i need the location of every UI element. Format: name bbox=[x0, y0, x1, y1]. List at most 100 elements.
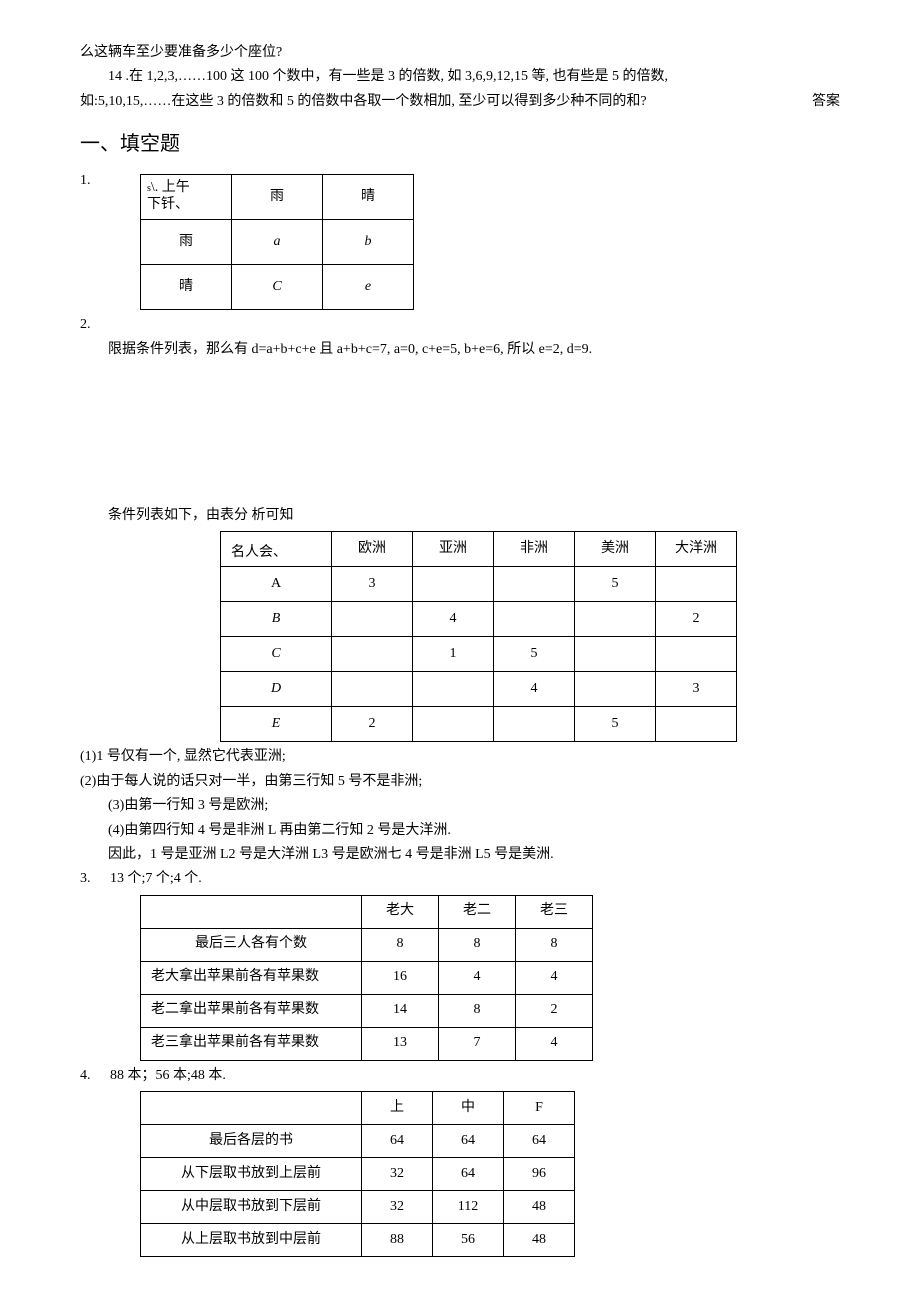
cell: D bbox=[221, 672, 332, 707]
q1-r2c1: C bbox=[232, 265, 323, 310]
cell: 8 bbox=[439, 994, 516, 1027]
q2-h1: 欧洲 bbox=[332, 532, 413, 567]
cell: 老二 bbox=[439, 895, 516, 928]
question-14-line1: 14 .在 1,2,3,……100 这 100 个数中，有一些是 3 的倍数, … bbox=[80, 66, 840, 88]
table-row: 从上层取书放到中层前 88 56 48 bbox=[141, 1224, 575, 1257]
cell: 64 bbox=[433, 1125, 504, 1158]
table-row: 雨 a b bbox=[141, 220, 414, 265]
cell: C bbox=[221, 637, 332, 672]
cell bbox=[332, 602, 413, 637]
q2-h0: 名人会、 bbox=[221, 532, 332, 567]
q4-answer: 88 本；56 本;48 本. bbox=[110, 1065, 226, 1087]
table-row: D 4 3 bbox=[221, 672, 737, 707]
cell: 64 bbox=[362, 1125, 433, 1158]
cell: 4 bbox=[516, 1027, 593, 1060]
cell bbox=[413, 567, 494, 602]
cell: 2 bbox=[332, 707, 413, 742]
q2-note2: (2)由于每人说的话只对一半，由第三行知 5 号不是非洲; bbox=[80, 771, 840, 793]
cell: 最后各层的书 bbox=[141, 1125, 362, 1158]
cell: 老大拿出苹果前各有苹果数 bbox=[141, 961, 362, 994]
q3-answer: 13 个;7 个;4 个. bbox=[110, 868, 202, 890]
q1-table: s\. 上午下钎、 雨 晴 雨 a b 晴 C e bbox=[140, 174, 414, 310]
cell bbox=[332, 672, 413, 707]
table-row: 老三拿出苹果前各有苹果数 13 7 4 bbox=[141, 1027, 593, 1060]
q2-h2: 亚洲 bbox=[413, 532, 494, 567]
q1-number: 1. bbox=[80, 170, 110, 192]
cell: 2 bbox=[516, 994, 593, 1027]
q1-h1: 雨 bbox=[232, 175, 323, 220]
table-row: 上 中 F bbox=[141, 1092, 575, 1125]
cell: 3 bbox=[332, 567, 413, 602]
q1-r1c1: a bbox=[232, 220, 323, 265]
cell: 老三 bbox=[516, 895, 593, 928]
cell: A bbox=[221, 567, 332, 602]
cell: 8 bbox=[439, 928, 516, 961]
cell: 4 bbox=[494, 672, 575, 707]
cell bbox=[413, 672, 494, 707]
q2-line: 限据条件列表，那么有 d=a+b+c+e 且 a+b+c=7, a=0, c+e… bbox=[108, 342, 592, 357]
table-row: C 1 5 bbox=[221, 637, 737, 672]
q4-table: 上 中 F 最后各层的书 64 64 64 从下层取书放到上层前 32 64 9… bbox=[140, 1091, 575, 1257]
cell: 56 bbox=[433, 1224, 504, 1257]
cell: 13 bbox=[362, 1027, 439, 1060]
cell: 88 bbox=[362, 1224, 433, 1257]
q2-note5: 因此，1 号是亚洲 L2 号是大洋洲 L3 号是欧洲七 4 号是非洲 L5 号是… bbox=[80, 844, 840, 866]
q1-r1c2: b bbox=[323, 220, 414, 265]
table-row: 老二拿出苹果前各有苹果数 14 8 2 bbox=[141, 994, 593, 1027]
q14-text: 14 .在 1,2,3,……100 这 100 个数中，有一些是 3 的倍数, … bbox=[108, 69, 668, 84]
table-row: 最后三人各有个数 8 8 8 bbox=[141, 928, 593, 961]
table-row: 从下层取书放到上层前 32 64 96 bbox=[141, 1158, 575, 1191]
table-row: 晴 C e bbox=[141, 265, 414, 310]
table-row: A 3 5 bbox=[221, 567, 737, 602]
continuation-text: 么这辆车至少要准备多少个座位? bbox=[80, 42, 840, 64]
cell bbox=[141, 1092, 362, 1125]
cell: 48 bbox=[504, 1224, 575, 1257]
cell: 从下层取书放到上层前 bbox=[141, 1158, 362, 1191]
question-14-line2: 如:5,10,15,……在这些 3 的倍数和 5 的倍数中各取一个数相加, 至少… bbox=[80, 91, 840, 113]
cell: 5 bbox=[575, 707, 656, 742]
q2-note1: (1)1 号仅有一个, 显然它代表亚洲; bbox=[80, 746, 840, 768]
cell: 96 bbox=[504, 1158, 575, 1191]
cell: E bbox=[221, 707, 332, 742]
cell bbox=[494, 602, 575, 637]
q14-text2: 如:5,10,15,……在这些 3 的倍数和 5 的倍数中各取一个数相加, 至少… bbox=[80, 94, 647, 109]
cell bbox=[494, 707, 575, 742]
q1-r2c2: e bbox=[323, 265, 414, 310]
cell: 从中层取书放到下层前 bbox=[141, 1191, 362, 1224]
cell: B bbox=[221, 602, 332, 637]
cell: 1 bbox=[413, 637, 494, 672]
table-row: 最后各层的书 64 64 64 bbox=[141, 1125, 575, 1158]
q1-header-diag: s\. 上午下钎、 bbox=[141, 175, 232, 220]
cell: 32 bbox=[362, 1191, 433, 1224]
cell bbox=[141, 895, 362, 928]
cell: 7 bbox=[439, 1027, 516, 1060]
cell: 5 bbox=[494, 637, 575, 672]
table-row: E 2 5 bbox=[221, 707, 737, 742]
cell: 3 bbox=[656, 672, 737, 707]
q4-number: 4. bbox=[80, 1065, 110, 1087]
cell: 中 bbox=[433, 1092, 504, 1125]
cell bbox=[494, 567, 575, 602]
answer-key-label: 答案 bbox=[812, 91, 840, 113]
cell: 最后三人各有个数 bbox=[141, 928, 362, 961]
cell: 64 bbox=[433, 1158, 504, 1191]
cell: 64 bbox=[504, 1125, 575, 1158]
cell: 48 bbox=[504, 1191, 575, 1224]
cell: 老大 bbox=[362, 895, 439, 928]
table-row: s\. 上午下钎、 雨 晴 bbox=[141, 175, 414, 220]
q2-note4: (4)由第四行知 4 号是非洲 L 再由第二行知 2 号是大洋洲. bbox=[80, 820, 840, 842]
q2-number: 2. bbox=[80, 314, 840, 336]
cell bbox=[575, 672, 656, 707]
cell: 上 bbox=[362, 1092, 433, 1125]
cell: 5 bbox=[575, 567, 656, 602]
cell: 从上层取书放到中层前 bbox=[141, 1224, 362, 1257]
q1-h2: 晴 bbox=[323, 175, 414, 220]
cell: 4 bbox=[516, 961, 593, 994]
cell: F bbox=[504, 1092, 575, 1125]
cell: 112 bbox=[433, 1191, 504, 1224]
cell: 2 bbox=[656, 602, 737, 637]
cell: 老二拿出苹果前各有苹果数 bbox=[141, 994, 362, 1027]
q2-intro: 条件列表如下，由表分 析可知 bbox=[80, 505, 840, 527]
table-row: 老大 老二 老三 bbox=[141, 895, 593, 928]
cell bbox=[575, 637, 656, 672]
